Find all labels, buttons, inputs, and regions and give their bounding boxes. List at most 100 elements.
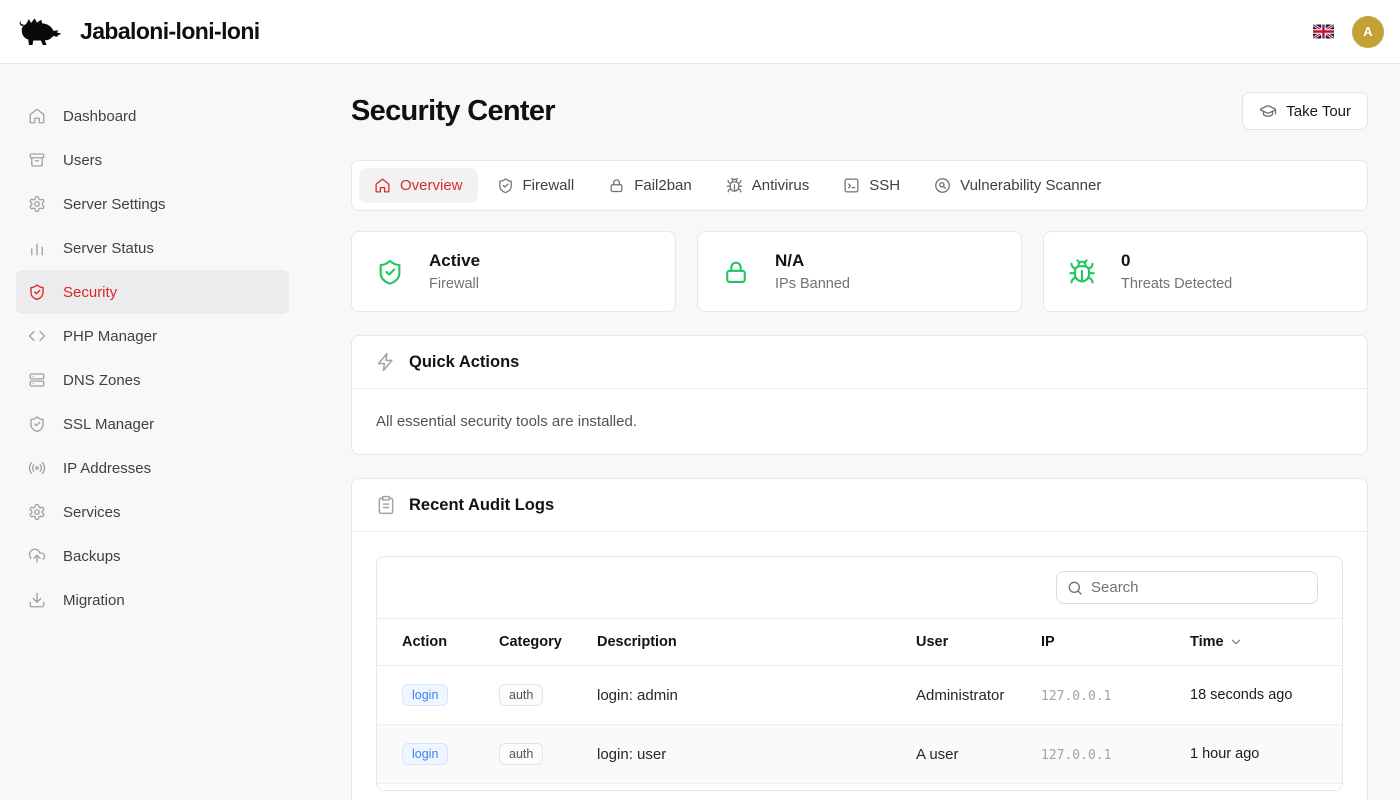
column-header-ip[interactable]: IP (1029, 619, 1178, 666)
table-row[interactable]: login auth login: user A user 127.0.0.1 … (377, 725, 1342, 784)
stat-label: IPs Banned (775, 276, 850, 292)
description-cell: login: user (585, 725, 904, 784)
tab-label: Vulnerability Scanner (960, 177, 1101, 194)
broadcast-icon (28, 459, 46, 477)
tab-label: Overview (400, 177, 463, 194)
sidebar-item-dns-zones[interactable]: DNS Zones (16, 358, 289, 402)
sidebar-item-migration[interactable]: Migration (16, 578, 289, 622)
panel-title: Quick Actions (409, 353, 519, 372)
tab-firewall[interactable]: Firewall (482, 168, 590, 203)
ip-cell: 127.0.0.1 (1041, 748, 1111, 763)
column-header-user[interactable]: User (904, 619, 1029, 666)
sidebar-item-services[interactable]: Services (16, 490, 289, 534)
sidebar-item-dashboard[interactable]: Dashboard (16, 94, 289, 138)
server-icon (28, 371, 46, 389)
quick-actions-message: All essential security tools are install… (376, 413, 1343, 430)
sidebar-item-label: Security (63, 284, 117, 301)
ip-cell: 127.0.0.1 (1041, 689, 1111, 704)
sidebar-item-label: Server Status (63, 240, 154, 257)
action-badge: login (402, 743, 448, 765)
time-cell: 18 seconds ago (1178, 666, 1342, 725)
uk-flag-icon (1313, 24, 1334, 39)
main-content: Security Center Take Tour Overview Firew… (305, 64, 1400, 800)
sidebar-item-label: SSL Manager (63, 416, 154, 433)
stat-value: N/A (775, 251, 850, 271)
table-row-partial (377, 784, 1342, 790)
table-header-row: Action Category Description User IP Time (377, 619, 1342, 666)
scan-search-icon (934, 177, 951, 194)
language-flag-button[interactable] (1313, 24, 1334, 39)
chevron-down-icon (1229, 635, 1243, 649)
gear-icon (28, 503, 46, 521)
audit-logs-panel: Recent Audit Logs (351, 478, 1368, 800)
firewall-status-card: Active Firewall (351, 231, 676, 312)
description-cell: login: admin (585, 666, 904, 725)
sidebar-item-label: DNS Zones (63, 372, 141, 389)
column-header-time-label: Time (1190, 634, 1224, 650)
boar-logo-icon (16, 15, 62, 49)
sidebar-item-ssl-manager[interactable]: SSL Manager (16, 402, 289, 446)
lock-icon (608, 177, 625, 194)
gear-icon (28, 195, 46, 213)
tab-ssh[interactable]: SSH (828, 168, 915, 203)
sidebar-item-security[interactable]: Security (16, 270, 289, 314)
shield-check-icon (376, 258, 404, 286)
sidebar-item-label: IP Addresses (63, 460, 151, 477)
stat-label: Firewall (429, 276, 480, 292)
search-icon (1067, 580, 1083, 596)
clipboard-list-icon (376, 495, 396, 515)
sidebar-item-label: Backups (63, 548, 121, 565)
tab-overview[interactable]: Overview (359, 168, 478, 203)
sidebar-item-server-settings[interactable]: Server Settings (16, 182, 289, 226)
category-badge: auth (499, 743, 543, 765)
sidebar-item-label: PHP Manager (63, 328, 157, 345)
app-title: Jabaloni-loni-loni (80, 18, 260, 45)
stat-label: Threats Detected (1121, 276, 1232, 292)
sidebar-item-label: Server Settings (63, 196, 166, 213)
panel-title: Recent Audit Logs (409, 496, 554, 515)
table-row[interactable]: login auth login: admin Administrator 12… (377, 666, 1342, 725)
stat-value: Active (429, 251, 480, 271)
tab-antivirus[interactable]: Antivirus (711, 168, 825, 203)
tab-vulnerability-scanner[interactable]: Vulnerability Scanner (919, 168, 1116, 203)
user-cell: A user (904, 725, 1029, 784)
bug-icon (726, 177, 743, 194)
brand[interactable]: Jabaloni-loni-loni (16, 15, 260, 49)
column-header-category[interactable]: Category (487, 619, 585, 666)
download-icon (28, 591, 46, 609)
sidebar-item-label: Migration (63, 592, 125, 609)
column-header-description[interactable]: Description (585, 619, 904, 666)
tab-fail2ban[interactable]: Fail2ban (593, 168, 707, 203)
sidebar-item-server-status[interactable]: Server Status (16, 226, 289, 270)
topbar: Jabaloni-loni-loni A (0, 0, 1400, 64)
security-tabs: Overview Firewall Fail2ban Antivirus SSH… (351, 160, 1368, 211)
terminal-icon (843, 177, 860, 194)
cloud-upload-icon (28, 547, 46, 565)
sidebar-item-label: Dashboard (63, 108, 136, 125)
shield-check-icon (28, 283, 46, 301)
tab-label: Firewall (523, 177, 575, 194)
tab-label: Antivirus (752, 177, 810, 194)
search-input[interactable] (1091, 579, 1307, 596)
sidebar-item-backups[interactable]: Backups (16, 534, 289, 578)
column-header-time[interactable]: Time (1178, 619, 1342, 666)
column-header-action[interactable]: Action (377, 619, 487, 666)
sidebar-item-users[interactable]: Users (16, 138, 289, 182)
audit-table-container: Action Category Description User IP Time (376, 556, 1343, 791)
sidebar-item-label: Users (63, 152, 102, 169)
sidebar-item-php-manager[interactable]: PHP Manager (16, 314, 289, 358)
audit-search (1056, 571, 1318, 604)
audit-logs-header: Recent Audit Logs (352, 479, 1367, 532)
user-avatar[interactable]: A (1352, 16, 1384, 48)
quick-actions-header: Quick Actions (352, 336, 1367, 389)
take-tour-label: Take Tour (1286, 103, 1351, 120)
tab-label: SSH (869, 177, 900, 194)
sidebar-item-ip-addresses[interactable]: IP Addresses (16, 446, 289, 490)
archive-icon (28, 151, 46, 169)
home-icon (374, 177, 391, 194)
take-tour-button[interactable]: Take Tour (1242, 92, 1368, 130)
shield-check-icon (497, 177, 514, 194)
zap-icon (376, 352, 396, 372)
time-cell: 1 hour ago (1178, 725, 1342, 784)
category-badge: auth (499, 684, 543, 706)
